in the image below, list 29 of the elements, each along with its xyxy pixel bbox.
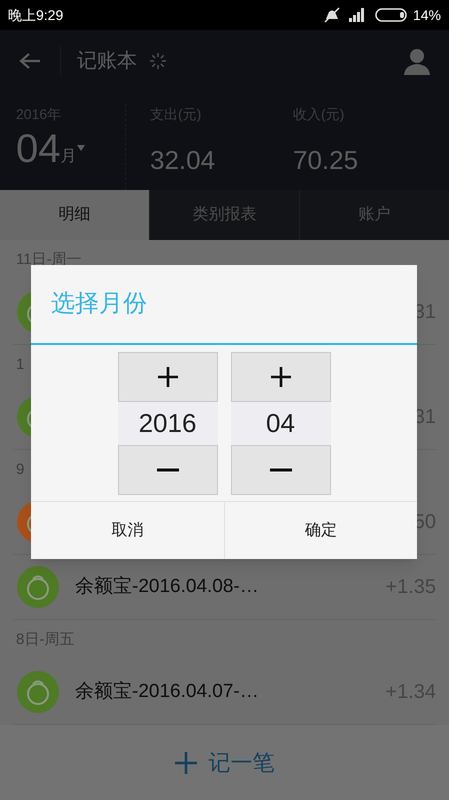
income-amount: 70.25 xyxy=(293,144,360,177)
battery-icon xyxy=(374,8,409,22)
month-selector[interactable]: 04月 xyxy=(16,129,84,169)
entry-title: 余额宝-2016.04.07-… xyxy=(75,680,259,704)
cancel-button[interactable]: 取消 xyxy=(31,502,224,559)
dialog-title: 选择月份 xyxy=(51,289,147,319)
plus-icon xyxy=(270,367,290,387)
minus-icon xyxy=(270,468,292,472)
tab[interactable]: 明细 xyxy=(0,190,149,240)
picker-value: 2016 xyxy=(118,402,218,445)
entry-title: 余额宝-2016.04.08-… xyxy=(75,574,259,599)
plus-icon xyxy=(174,752,196,774)
battery-percent: 14% xyxy=(412,6,441,24)
user-icon xyxy=(403,47,431,75)
add-entry-button[interactable]: 记一笔 xyxy=(174,746,274,779)
expense-amount: 32.04 xyxy=(150,144,216,177)
status-time: 晚上9:29 xyxy=(8,6,64,24)
plus-icon xyxy=(158,367,178,387)
increment-button[interactable] xyxy=(118,352,218,402)
picker-value: 04 xyxy=(230,402,330,445)
confirm-button[interactable]: 确定 xyxy=(224,502,417,559)
minus-icon xyxy=(156,468,178,472)
mute-icon xyxy=(322,7,341,23)
app-title: 记账本 xyxy=(77,49,137,74)
signal-icon xyxy=(348,8,367,22)
dropdown-icon xyxy=(76,145,84,151)
loading-spinner-icon xyxy=(149,52,167,70)
increment-button[interactable] xyxy=(230,352,330,402)
back-icon xyxy=(19,52,41,70)
